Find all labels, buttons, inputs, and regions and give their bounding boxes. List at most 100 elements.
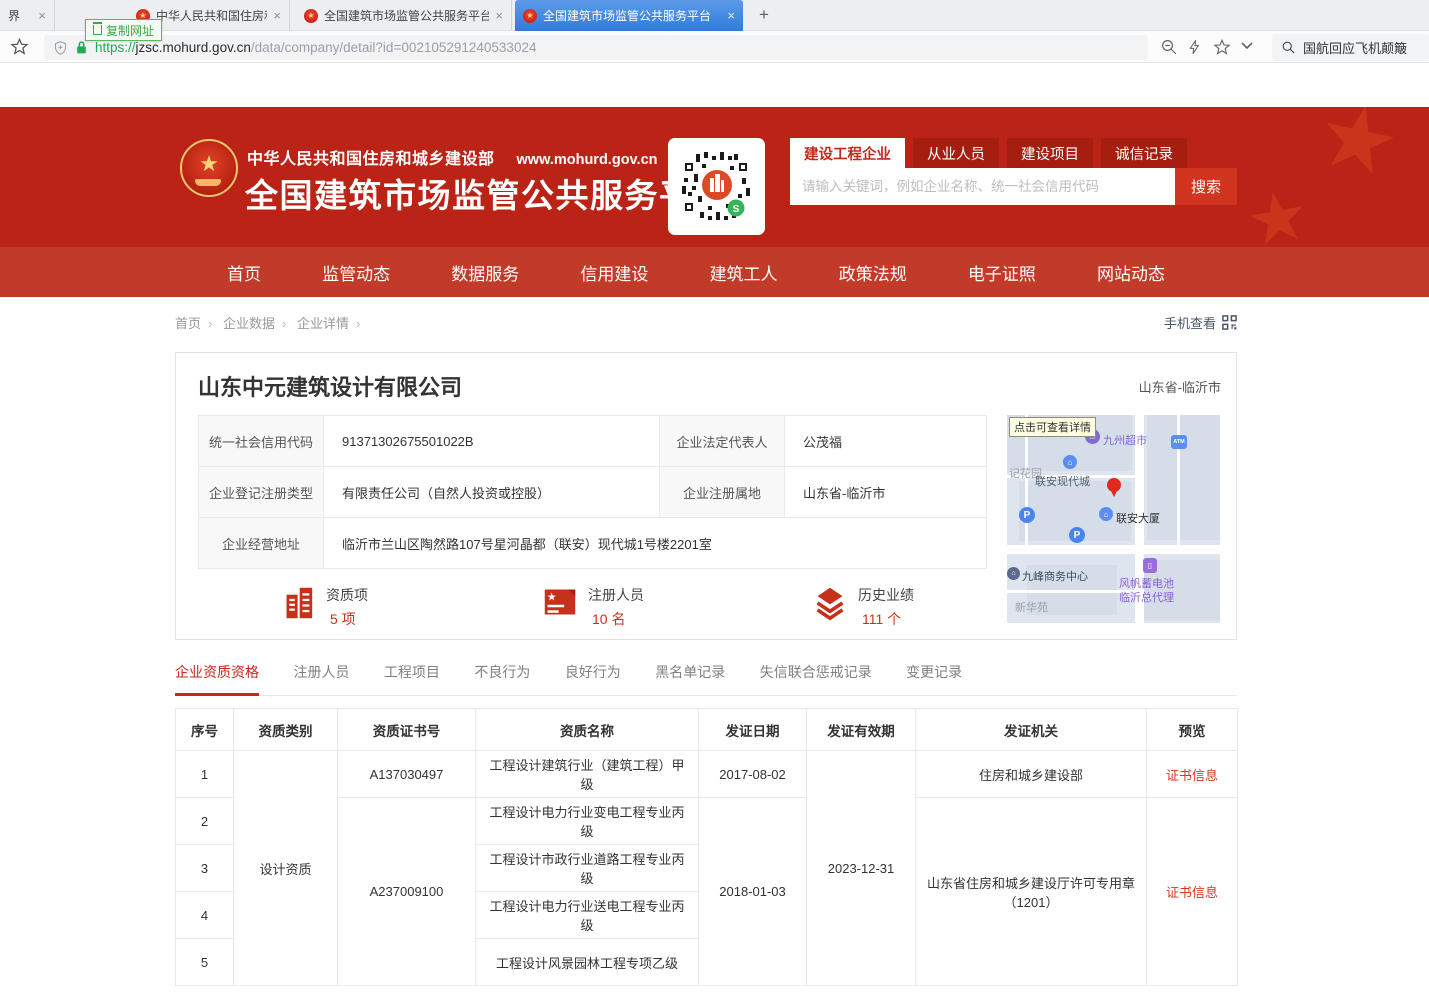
close-icon[interactable]: × (273, 8, 281, 23)
qualification-name: 工程设计电力行业变电工程专业丙级 (476, 798, 699, 845)
tab-title: 中华人民共和国住房和城乡建设 (156, 7, 267, 24)
secure-lock-icon[interactable] (75, 40, 88, 55)
breadcrumb-enterprise-data[interactable]: 企业数据 (223, 316, 293, 331)
decorative-star-icon: ★ (1308, 107, 1409, 199)
map-pin-icon (1107, 478, 1121, 492)
emblem-favicon-icon: ★ (523, 9, 537, 23)
map-label: 临沂总代理 (1119, 589, 1174, 605)
issue-date: 2018-01-03 (699, 798, 807, 986)
tab-projects[interactable]: 工程项目 (384, 662, 440, 693)
company-location-map[interactable]: 点击可查看详情 ⌂ 九州超市 ATM 记花园 ⌂ 联安现代城 ⌂ 联安大厦 P … (1007, 415, 1220, 623)
map-tooltip: 点击可查看详情 (1009, 417, 1096, 437)
shield-permissions-icon[interactable] (53, 40, 68, 56)
bookmark-star-icon[interactable] (10, 37, 29, 56)
platform-title: 全国建筑市场监管公共服务平台 (245, 169, 728, 217)
chevron-down-icon[interactable] (1240, 41, 1254, 51)
table-row: 1 设计资质 A137030497 工程设计建筑行业（建筑工程）甲级 2017-… (176, 751, 1238, 798)
breadcrumb-home[interactable]: 首页 (175, 316, 219, 331)
copy-url-tooltip: 复制网址 (85, 19, 162, 41)
site-header: ★ ★ ★ 中华人民共和国住房和城乡建设部www.mohurd.gov.cn 全… (0, 107, 1429, 247)
row-number: 3 (176, 845, 234, 892)
close-icon[interactable]: × (495, 8, 503, 23)
address-bar[interactable]: https://jzsc.mohurd.gov.cn/data/company/… (44, 35, 1148, 60)
tab-change-records[interactable]: 变更记录 (906, 662, 962, 693)
detail-tabs: 企业资质资格 注册人员 工程项目 不良行为 良好行为 黑名单记录 失信联合惩戒记… (175, 662, 1237, 696)
flash-extension-icon[interactable] (1187, 38, 1203, 56)
tab-title: 全国建筑市场监管公共服务平台 (324, 7, 489, 24)
nav-item-data-service[interactable]: 数据服务 (451, 260, 519, 285)
tab-blacklist[interactable]: 黑名单记录 (655, 662, 725, 693)
browser-tabstrip: 界 × ★ 中华人民共和国住房和城乡建设 × ★ 全国建筑市场监管公共服务平台 … (0, 0, 1429, 31)
nav-item-certificates[interactable]: 电子证照 (968, 260, 1036, 285)
favorite-star-icon[interactable] (1213, 38, 1231, 56)
tab-enterprise-qualifications[interactable]: 企业资质资格 (175, 662, 259, 696)
parking-icon: P (1069, 527, 1085, 543)
browser-tab-partial[interactable]: 界 × (0, 0, 55, 31)
search-tab-personnel[interactable]: 从业人员 (913, 138, 999, 168)
stat-value: 111 个 (858, 609, 914, 629)
certificate-number: A237009100 (338, 798, 476, 986)
search-tab-enterprise[interactable]: 建设工程企业 (790, 138, 905, 168)
row-number: 1 (176, 751, 234, 798)
browser-tab-active[interactable]: ★ 全国建筑市场监管公共服务平台 × (515, 0, 743, 31)
search-suggestion-text: 国航回应飞机颠簸 (1303, 38, 1407, 57)
new-tab-button[interactable]: + (752, 3, 776, 27)
business-center-poi-icon: ⌂ (1007, 567, 1020, 580)
stat-value: 10 名 (588, 609, 644, 629)
close-icon[interactable]: × (727, 8, 735, 23)
certificate-info-link[interactable]: 证书信息 (1166, 768, 1218, 783)
nav-item-workers[interactable]: 建筑工人 (710, 260, 778, 285)
ministry-line: 中华人民共和国住房和城乡建设部www.mohurd.gov.cn (247, 145, 658, 169)
tab-bad-behavior[interactable]: 不良行为 (474, 662, 530, 693)
search-button[interactable]: 搜索 (1175, 168, 1237, 205)
search-tab-project[interactable]: 建设项目 (1007, 138, 1093, 168)
stat-label: 注册人员 (588, 585, 644, 605)
nav-item-credit[interactable]: 信用建设 (580, 260, 648, 285)
stat-historical-performance[interactable]: 历史业绩 111 个 (812, 585, 914, 629)
search-tab-credit[interactable]: 诚信记录 (1101, 138, 1187, 168)
col-header: 资质证书号 (338, 709, 476, 751)
credit-code-value: 91371302675501022B (324, 416, 660, 467)
stat-registered-personnel[interactable]: ★ 注册人员 10 名 (542, 585, 644, 629)
col-header: 发证有效期 (807, 709, 916, 751)
table-header-row: 序号 资质类别 资质证书号 资质名称 发证日期 发证有效期 发证机关 预览 (176, 709, 1238, 751)
col-header: 预览 (1147, 709, 1238, 751)
stat-label: 历史业绩 (858, 585, 914, 605)
field-label: 企业法定代表人 (660, 416, 785, 467)
company-info-table: 统一社会信用代码 91371302675501022B 企业法定代表人 公茂福 … (198, 415, 987, 569)
browser-window: 界 × ★ 中华人民共和国住房和城乡建设 × ★ 全国建筑市场监管公共服务平台 … (0, 0, 1429, 996)
certificate-info-link[interactable]: 证书信息 (1166, 885, 1218, 900)
browser-tab-jzsc[interactable]: ★ 全国建筑市场监管公共服务平台 × (296, 0, 512, 31)
map-label: 联安大厦 (1116, 510, 1160, 526)
row-number: 2 (176, 798, 234, 845)
certificate-icon: ★ (542, 585, 578, 619)
breadcrumb: 首页 企业数据 企业详情 手机查看 (175, 313, 1237, 335)
zoom-out-icon[interactable] (1160, 38, 1178, 56)
field-label: 企业注册属地 (660, 467, 785, 518)
tab-registered-personnel[interactable]: 注册人员 (293, 662, 349, 693)
nav-item-supervision[interactable]: 监管动态 (322, 260, 390, 285)
breadcrumb-enterprise-detail[interactable]: 企业详情 (297, 316, 367, 331)
tab-title: 界 (8, 7, 32, 24)
layers-icon (812, 585, 848, 621)
stat-qualifications[interactable]: 资质项 5 项 (282, 585, 368, 629)
preview-cell: 证书信息 (1147, 798, 1238, 986)
qualification-name: 工程设计市政行业道路工程专业丙级 (476, 845, 699, 892)
map-label: 联安现代城 (1035, 473, 1090, 489)
nav-item-home[interactable]: 首页 (227, 260, 261, 285)
tab-dishonesty-records[interactable]: 失信联合惩戒记录 (760, 662, 872, 693)
national-emblem-logo: ★ (180, 139, 238, 197)
nav-item-site-news[interactable]: 网站动态 (1097, 260, 1165, 285)
mobile-view-button[interactable]: 手机查看 (1164, 313, 1237, 332)
keyword-search-input[interactable] (790, 168, 1175, 205)
close-icon[interactable]: × (38, 8, 46, 23)
building-icon (282, 585, 316, 621)
validity-date: 2023-12-31 (807, 751, 916, 986)
nav-item-policy[interactable]: 政策法规 (839, 260, 907, 285)
company-stats: 资质项 5 项 ★ 注册人员 10 名 (198, 579, 986, 635)
field-label: 统一社会信用代码 (199, 416, 324, 467)
ministry-url: www.mohurd.gov.cn (517, 152, 658, 168)
browser-search-box[interactable]: 国航回应飞机颠簸 (1272, 34, 1429, 61)
tab-good-behavior[interactable]: 良好行为 (565, 662, 621, 693)
col-header: 发证日期 (699, 709, 807, 751)
